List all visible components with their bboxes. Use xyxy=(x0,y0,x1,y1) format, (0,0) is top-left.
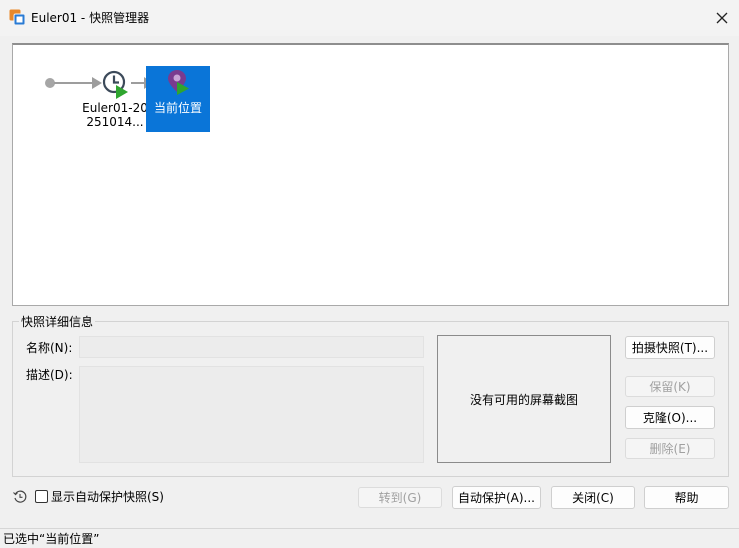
status-bar: 已选中“当前位置” xyxy=(0,528,739,548)
goto-button[interactable]: 转到(G) xyxy=(358,487,442,508)
close-icon xyxy=(716,12,728,24)
close-window-button[interactable] xyxy=(705,0,739,36)
snapshot-screenshot-preview: 没有可用的屏幕截图 xyxy=(437,335,611,463)
keep-button[interactable]: 保留(K) xyxy=(625,376,715,397)
current-location-pin-icon xyxy=(167,68,191,98)
snapshot-label[interactable]: Euler01-20 251014... xyxy=(77,101,153,129)
description-label: 描述(D): xyxy=(26,368,73,382)
clone-button[interactable]: 克隆(O)... xyxy=(625,406,715,429)
delete-button[interactable]: 删除(E) xyxy=(625,438,715,459)
name-field xyxy=(79,336,424,358)
window-title: Euler01 - 快照管理器 xyxy=(31,11,150,25)
tree-connector-line-2 xyxy=(131,82,145,84)
help-button[interactable]: 帮助 xyxy=(644,486,729,509)
vmware-app-icon xyxy=(9,9,26,26)
current-location-label: 当前位置 xyxy=(153,101,202,115)
status-text: 已选中“当前位置” xyxy=(3,532,100,546)
name-label: 名称(N): xyxy=(26,341,73,355)
current-location-node[interactable]: 当前位置 xyxy=(146,66,210,132)
snapshot-clock-icon[interactable] xyxy=(101,69,131,99)
tree-connector-line xyxy=(54,82,94,84)
close-button[interactable]: 关闭(C) xyxy=(551,486,635,509)
take-snapshot-button[interactable]: 拍摄快照(T)... xyxy=(625,336,715,359)
autoprotect-clock-icon xyxy=(13,490,27,504)
show-autoprotect-checkbox[interactable] xyxy=(35,490,48,503)
description-field xyxy=(79,366,424,463)
no-screenshot-text: 没有可用的屏幕截图 xyxy=(469,392,578,407)
snapshot-details-title: 快照详细信息 xyxy=(19,314,96,330)
autoprotect-button[interactable]: 自动保护(A)... xyxy=(452,486,541,509)
show-autoprotect-label[interactable]: 显示自动保护快照(S) xyxy=(51,489,164,505)
snapshot-tree-panel[interactable]: Euler01-20 251014... 当前位置 xyxy=(12,43,729,306)
